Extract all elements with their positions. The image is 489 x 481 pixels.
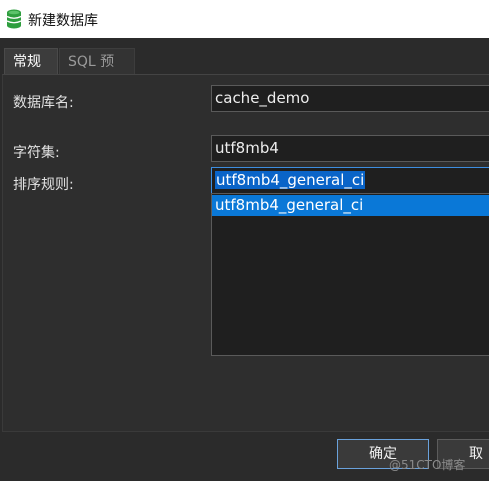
collation-label: 排序规则: bbox=[13, 177, 74, 193]
collation-combobox[interactable]: utf8mb4_general_ci bbox=[211, 167, 489, 194]
database-name-label: 数据库名: bbox=[13, 95, 74, 111]
collation-dropdown-list[interactable]: utf8mb4_general_ci bbox=[211, 193, 489, 356]
charset-select[interactable]: utf8mb4 bbox=[211, 135, 489, 162]
database-name-input[interactable]: cache_demo bbox=[211, 85, 489, 112]
database-icon bbox=[6, 9, 22, 29]
tab-general[interactable]: 常规 bbox=[4, 48, 58, 74]
tab-bar: 常规 SQL 预览 bbox=[0, 38, 489, 96]
window-title: 新建数据库 bbox=[28, 13, 98, 29]
tab-sql-preview[interactable]: SQL 预览 bbox=[59, 48, 135, 96]
collation-option[interactable]: utf8mb4_general_ci bbox=[212, 195, 489, 216]
general-panel: 数据库名: cache_demo 字符集: utf8mb4 排序规则: utf8… bbox=[2, 74, 489, 432]
charset-label: 字符集: bbox=[13, 145, 60, 161]
title-bar: 新建数据库 bbox=[0, 0, 489, 38]
watermark-text: @51CTO博客 bbox=[389, 458, 466, 472]
collation-input-text: utf8mb4_general_ci bbox=[215, 171, 366, 189]
